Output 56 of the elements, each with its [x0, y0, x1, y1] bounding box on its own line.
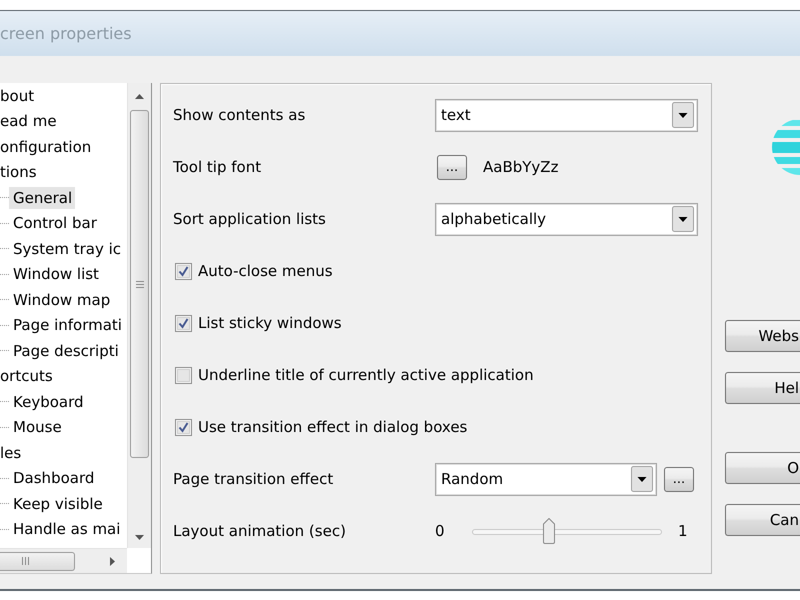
ellipsis-button[interactable]: ...: [437, 154, 467, 180]
tree-item[interactable]: General: [9, 186, 76, 209]
tree-item[interactable]: Page informati: [9, 314, 125, 336]
action-button[interactable]: Webs: [725, 320, 800, 352]
down-arrow-icon[interactable]: [135, 534, 144, 540]
tree-item[interactable]: Dashboard: [9, 467, 98, 490]
tree-item[interactable]: Keyboard: [9, 390, 87, 413]
checkbox[interactable]: [175, 366, 192, 384]
scrollbar-thumb[interactable]: [0, 552, 75, 570]
checkbox[interactable]: [175, 418, 192, 436]
checkbox-label[interactable]: List sticky windows: [198, 314, 342, 332]
action-button[interactable]: Hel: [725, 372, 800, 404]
setting-label: Show contents as: [173, 106, 306, 124]
checkbox[interactable]: [175, 314, 192, 332]
setting-label: Layout animation (sec): [173, 522, 347, 540]
dropdown[interactable]: alphabetically: [435, 202, 698, 236]
right-arrow-icon[interactable]: [110, 556, 115, 566]
slider-max-label: 1: [678, 522, 688, 540]
scrollbar-thumb[interactable]: [130, 110, 149, 458]
vertical-scrollbar[interactable]: [127, 83, 151, 548]
tree-item[interactable]: ead me: [0, 110, 60, 132]
window-title: creen properties: [0, 24, 132, 43]
tree-item[interactable]: Window map: [9, 288, 114, 311]
ellipsis-button[interactable]: ...: [664, 466, 694, 492]
slider-track[interactable]: [472, 518, 662, 544]
grip-icon: [22, 557, 29, 565]
dialog-button[interactable]: O: [725, 452, 800, 484]
grip-icon: [136, 280, 144, 288]
tree-item[interactable]: System tray ic: [9, 238, 124, 260]
slider-min-label: 0: [435, 522, 446, 540]
tree-item[interactable]: Keep visible: [9, 492, 106, 515]
dialog-button[interactable]: Can: [725, 504, 800, 536]
slider-thumb[interactable]: [543, 518, 556, 544]
tree-item[interactable]: les: [0, 442, 24, 464]
tree-item[interactable]: bout: [0, 84, 38, 107]
checkbox-label[interactable]: Use transition effect in dialog boxes: [198, 418, 468, 436]
logo-icon: [770, 118, 800, 175]
dropdown[interactable]: Random: [435, 462, 657, 496]
tree-item[interactable]: Window list: [9, 263, 102, 286]
checkbox[interactable]: [175, 262, 192, 280]
tree-item[interactable]: Mouse: [9, 416, 65, 438]
tree-item[interactable]: Handle as mai: [9, 518, 124, 540]
tree-item[interactable]: Page descripti: [9, 340, 122, 362]
horizontal-scrollbar[interactable]: [0, 548, 127, 573]
setting-label: Sort application lists: [173, 210, 327, 228]
font-sample: AaBbYyZz: [483, 158, 558, 176]
setting-label: Page transition effect: [173, 470, 334, 488]
checkbox-label[interactable]: Underline title of currently active application: [198, 366, 534, 384]
checkbox-label[interactable]: Auto-close menus: [198, 262, 333, 280]
setting-label: Tool tip font: [173, 158, 262, 176]
up-arrow-icon[interactable]: [135, 94, 144, 99]
dropdown[interactable]: text: [435, 98, 698, 132]
tree-item[interactable]: ortcuts: [0, 365, 56, 388]
tree-item[interactable]: onfiguration: [0, 136, 94, 158]
tree-item[interactable]: tions: [0, 161, 40, 184]
tree-item[interactable]: Control bar: [9, 212, 100, 234]
